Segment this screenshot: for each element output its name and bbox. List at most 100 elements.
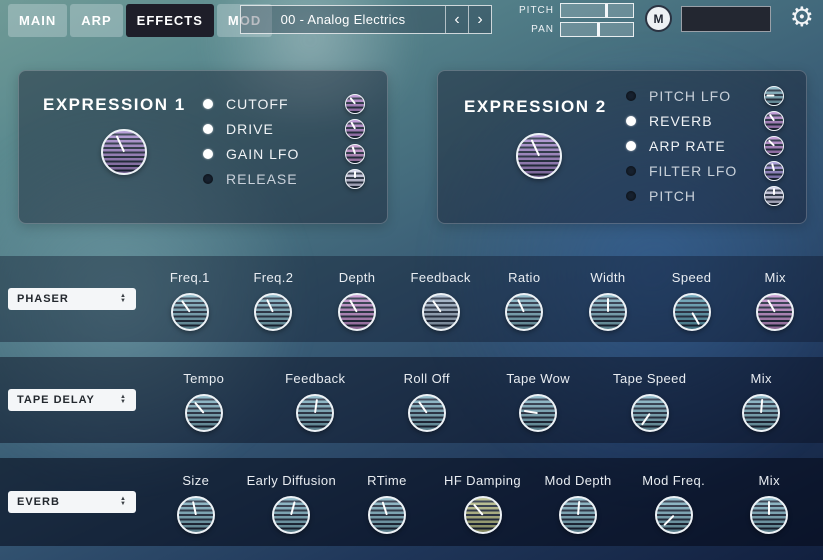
param-knob[interactable]: [764, 111, 784, 131]
fx-knob-label: Mix: [764, 270, 785, 285]
expression1-title: EXPRESSION 1: [43, 95, 186, 115]
pitch-label: PITCH: [516, 5, 554, 16]
expression2-knob[interactable]: [516, 133, 562, 179]
effect-type-select[interactable]: TAPE DELAY ▲▼: [8, 389, 136, 411]
fx-knob-label: Tempo: [183, 371, 224, 386]
pitch-pan-group: PITCH PAN: [516, 3, 634, 41]
fx-knob-label: Mod Depth: [545, 473, 612, 488]
param-label: DRIVE: [226, 121, 345, 137]
fx-knob[interactable]: [171, 293, 209, 331]
fx-knob-label: Freq.1: [170, 270, 210, 285]
fx-knob-cell: Tape Speed: [594, 357, 706, 443]
fx-knob[interactable]: [254, 293, 292, 331]
fx-knob-cell: RTime: [339, 458, 435, 546]
tab-label: ARP: [81, 13, 111, 28]
param-knob[interactable]: [764, 136, 784, 156]
tab-label: MAIN: [19, 13, 56, 28]
fx-knob-cell: Feedback: [260, 357, 372, 443]
param-knob[interactable]: [764, 161, 784, 181]
expression-param-row: CUTOFF: [203, 91, 365, 116]
fx-knob-cell: Ratio: [483, 256, 567, 342]
tab[interactable]: MAIN: [8, 4, 67, 37]
fx-knob[interactable]: [742, 394, 780, 432]
expression-param-row: PITCH: [626, 183, 784, 208]
fx-knob-cell: Freq.1: [148, 256, 232, 342]
param-active-dot[interactable]: [626, 166, 636, 176]
fx-knob-label: Width: [590, 270, 625, 285]
param-active-dot[interactable]: [626, 91, 636, 101]
fx-knob-cell: Width: [566, 256, 650, 342]
fx-knob-label: Feedback: [285, 371, 345, 386]
param-knob[interactable]: [764, 86, 784, 106]
midi-button[interactable]: M: [645, 5, 672, 32]
expression-param-row: DRIVE: [203, 116, 365, 141]
fx-knob[interactable]: [589, 293, 627, 331]
param-active-dot[interactable]: [203, 99, 213, 109]
param-knob[interactable]: [345, 144, 365, 164]
fx-knob[interactable]: [272, 496, 310, 534]
pan-slider[interactable]: [560, 22, 634, 37]
fx-knob[interactable]: [177, 496, 215, 534]
effect-type-label: EVERB: [17, 496, 60, 508]
fx-knob-strip: Freq.1 Freq.2 Depth Feedback Ratio Width: [148, 256, 817, 342]
fx-knob[interactable]: [750, 496, 788, 534]
pan-row: PAN: [516, 22, 634, 37]
fx-knob[interactable]: [756, 293, 794, 331]
param-knob[interactable]: [764, 186, 784, 206]
expression1-knob[interactable]: [101, 129, 147, 175]
pitch-slider-handle[interactable]: [605, 4, 608, 17]
fx-knob-label: Depth: [339, 270, 376, 285]
fx-knob-cell: Tempo: [148, 357, 260, 443]
fx-knob[interactable]: [464, 496, 502, 534]
fx-knob[interactable]: [631, 394, 669, 432]
param-knob[interactable]: [345, 169, 365, 189]
fx-knob[interactable]: [655, 496, 693, 534]
param-label: ARP RATE: [649, 138, 764, 154]
fx-knob[interactable]: [673, 293, 711, 331]
expression-param-row: REVERB: [626, 108, 784, 133]
settings-gear-icon[interactable]: ⚙: [790, 2, 814, 33]
param-active-dot[interactable]: [203, 174, 213, 184]
effect-row-phaser: PHASER ▲▼ Freq.1 Freq.2 Depth Feedback: [0, 256, 823, 342]
effect-row-tape-delay: TAPE DELAY ▲▼ Tempo Feedback Roll Off Ta…: [0, 357, 823, 443]
tab[interactable]: EFFECTS: [126, 4, 214, 37]
fx-knob-label: Mod Freq.: [642, 473, 705, 488]
param-label: GAIN LFO: [226, 146, 345, 162]
effect-type-label: TAPE DELAY: [17, 394, 95, 406]
param-active-dot[interactable]: [203, 124, 213, 134]
expression1-panel: EXPRESSION 1 CUTOFF DRIVE GAIN LFO: [18, 70, 388, 224]
expression2-title: EXPRESSION 2: [464, 97, 607, 117]
param-active-dot[interactable]: [626, 116, 636, 126]
fx-knob[interactable]: [519, 394, 557, 432]
fx-knob-label: Mix: [751, 371, 772, 386]
param-knob[interactable]: [345, 94, 365, 114]
fx-knob[interactable]: [408, 394, 446, 432]
fx-knob[interactable]: [296, 394, 334, 432]
fx-knob-cell: Mix: [706, 357, 818, 443]
effect-type-select[interactable]: PHASER ▲▼: [8, 288, 136, 310]
select-arrows-icon: ▲▼: [120, 395, 127, 405]
preset-next-button[interactable]: ›: [468, 6, 491, 33]
fx-knob[interactable]: [559, 496, 597, 534]
fx-knob-cell: Mod Freq.: [626, 458, 722, 546]
param-active-dot[interactable]: [203, 149, 213, 159]
tab[interactable]: ARP: [70, 4, 122, 37]
pan-slider-handle[interactable]: [597, 23, 600, 36]
fx-knob-label: Tape Wow: [506, 371, 570, 386]
fx-knob[interactable]: [368, 496, 406, 534]
preset-prev-button[interactable]: ‹: [445, 6, 468, 33]
effect-type-select[interactable]: EVERB ▲▼: [8, 491, 136, 513]
fx-knob-label: HF Damping: [444, 473, 521, 488]
param-label: PITCH LFO: [649, 88, 764, 104]
param-knob[interactable]: [345, 119, 365, 139]
fx-knob[interactable]: [338, 293, 376, 331]
fx-knob[interactable]: [185, 394, 223, 432]
param-active-dot[interactable]: [626, 141, 636, 151]
fx-knob-label: Freq.2: [253, 270, 293, 285]
expression2-panel: EXPRESSION 2 PITCH LFO REVERB ARP RATE: [437, 70, 807, 224]
fx-knob[interactable]: [505, 293, 543, 331]
pitch-slider[interactable]: [560, 3, 634, 18]
param-active-dot[interactable]: [626, 191, 636, 201]
fx-knob-label: Ratio: [508, 270, 540, 285]
fx-knob[interactable]: [422, 293, 460, 331]
